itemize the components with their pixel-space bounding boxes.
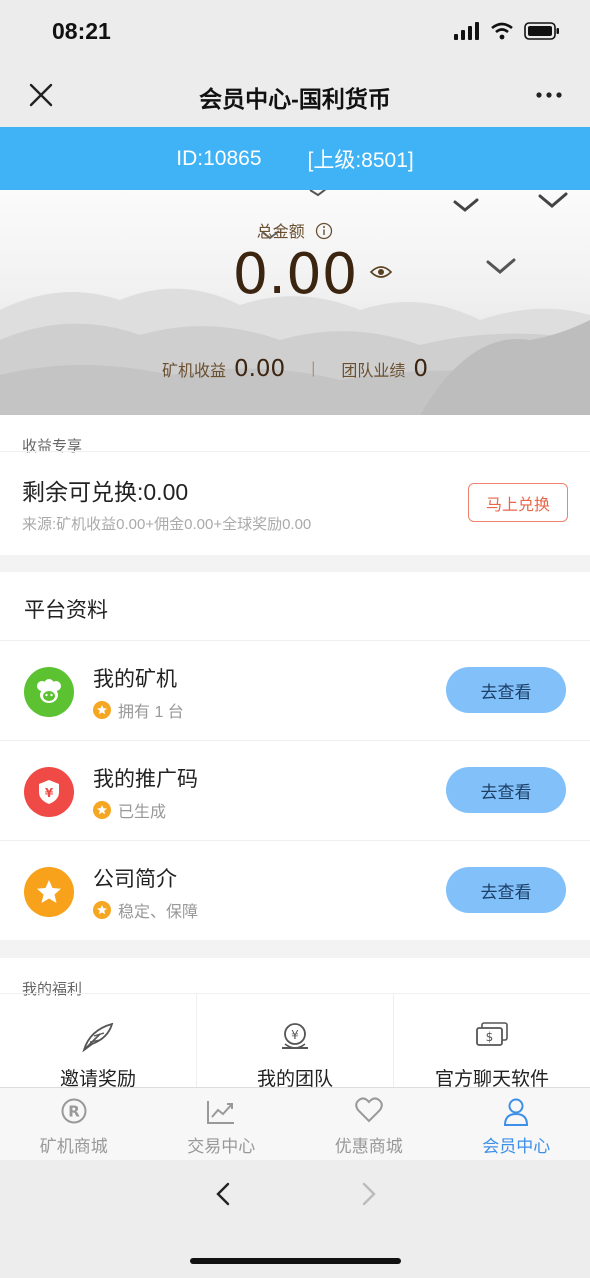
item-title: 我的推广码	[93, 768, 198, 791]
svg-text:¥: ¥	[45, 786, 54, 800]
svg-text:$: $	[486, 1030, 494, 1044]
divider	[0, 451, 590, 452]
back-arrow-icon[interactable]	[210, 1180, 238, 1208]
list-item-my-miner[interactable]: 我的矿机 拥有 1 台 去查看	[0, 640, 590, 740]
mining-income-label: 矿机收益	[161, 363, 226, 380]
yen-shield-icon: ¥	[24, 767, 74, 817]
earnings-section-title: 收益专享	[22, 438, 83, 455]
welfare-item-chat-app[interactable]: $ 官方聊天软件	[394, 994, 590, 1090]
heart-icon	[355, 1097, 383, 1123]
feather-icon	[82, 1022, 114, 1053]
browser-toolbar	[0, 1160, 590, 1278]
tab-miner-mall[interactable]: R 矿机商城	[0, 1088, 148, 1160]
info-icon[interactable]	[315, 222, 333, 240]
item-title: 我的矿机	[93, 668, 177, 691]
trend-chart-icon	[207, 1101, 235, 1124]
yen-pot-icon: ¥	[282, 1023, 308, 1049]
platform-section-title: 平台资料	[24, 599, 108, 622]
item-title: 公司简介	[93, 868, 177, 891]
exchange-now-button[interactable]: 马上兑换	[468, 483, 568, 522]
item-subtitle: 拥有 1 台	[93, 698, 184, 722]
list-item-company-intro[interactable]: 公司简介 稳定、保障 去查看	[0, 840, 590, 940]
mining-income-value: 0.00	[233, 356, 286, 382]
star-badge-icon	[93, 701, 111, 719]
status-bar: 08:21	[0, 0, 590, 64]
hero-stats: 矿机收益 0.00 | 团队业绩 0	[0, 356, 590, 382]
tab-discount-mall[interactable]: 优惠商城	[295, 1088, 443, 1160]
bottom-tab-bar: R 矿机商城 交易中心 优惠商城 会员中心	[0, 1087, 590, 1160]
item-subtitle: 稳定、保障	[93, 898, 198, 922]
item-subtitle: 已生成	[93, 798, 166, 822]
tab-trading-center[interactable]: 交易中心	[148, 1088, 296, 1160]
signal-icon	[454, 22, 479, 40]
star-badge-icon	[93, 901, 111, 919]
view-button[interactable]: 去查看	[446, 767, 566, 813]
user-id: ID:10865	[176, 146, 262, 170]
welfare-item-team[interactable]: ¥ 我的团队	[197, 994, 394, 1090]
view-button[interactable]: 去查看	[446, 867, 566, 913]
tab-member-center[interactable]: 会员中心	[443, 1088, 590, 1160]
tab-label: 矿机商城	[39, 1137, 108, 1156]
team-performance-label: 团队业绩	[341, 363, 406, 380]
id-bar: ID:10865 [上级:8501]	[0, 127, 590, 190]
nav-bar: 会员中心-国利货币	[0, 64, 590, 127]
status-icons	[454, 22, 560, 40]
balance-summary: 总金额 0.00 矿机收益 0.00 | 团队业绩 0	[0, 190, 590, 415]
wifi-icon	[491, 22, 513, 40]
star-badge-icon	[93, 801, 111, 819]
dollar-bill-icon: $	[476, 1022, 508, 1046]
more-icon[interactable]	[534, 80, 564, 110]
welfare-card: 我的福利 邀请奖励 ¥ 我的团队 $ 官方聊天软件	[0, 958, 590, 1090]
earnings-source: 来源:矿机收益0.00+佣金0.00+全球奖励0.00	[22, 516, 312, 533]
home-indicator	[190, 1258, 401, 1264]
remaining-exchangeable: 剩余可兑换:0.00	[22, 479, 189, 505]
list-item-promo-code[interactable]: ¥ 我的推广码 已生成 去查看	[0, 740, 590, 840]
eye-icon[interactable]	[370, 264, 392, 280]
registered-icon: R	[61, 1098, 87, 1124]
stats-divider: |	[311, 360, 316, 377]
svg-text:¥: ¥	[291, 1028, 299, 1042]
sheep-icon	[24, 667, 74, 717]
welfare-grid: 邀请奖励 ¥ 我的团队 $ 官方聊天软件	[0, 993, 590, 1090]
total-amount-value: 0.00	[232, 242, 358, 307]
page-title: 会员中心-国利货币	[199, 86, 391, 112]
tab-label: 会员中心	[482, 1137, 551, 1156]
star-icon	[24, 867, 74, 917]
parent-id: [上级:8501]	[307, 148, 414, 172]
total-amount-label: 总金额	[0, 218, 590, 242]
tab-label: 交易中心	[187, 1137, 256, 1156]
team-performance-value: 0	[413, 356, 429, 382]
earnings-card: 收益专享 剩余可兑换:0.00 来源:矿机收益0.00+佣金0.00+全球奖励0…	[0, 415, 590, 555]
welfare-item-invite[interactable]: 邀请奖励	[0, 994, 197, 1090]
view-button[interactable]: 去查看	[446, 667, 566, 713]
battery-icon	[524, 22, 559, 40]
platform-info-card: 平台资料 我的矿机 拥有 1 台 去查看 ¥ 我的推广码 已生成 去查看 公司简…	[0, 572, 590, 940]
status-time: 08:21	[52, 18, 111, 44]
svg-text:R: R	[68, 1103, 80, 1121]
tab-label: 优惠商城	[334, 1137, 403, 1156]
person-icon	[504, 1098, 529, 1126]
forward-arrow-icon[interactable]	[354, 1180, 382, 1208]
